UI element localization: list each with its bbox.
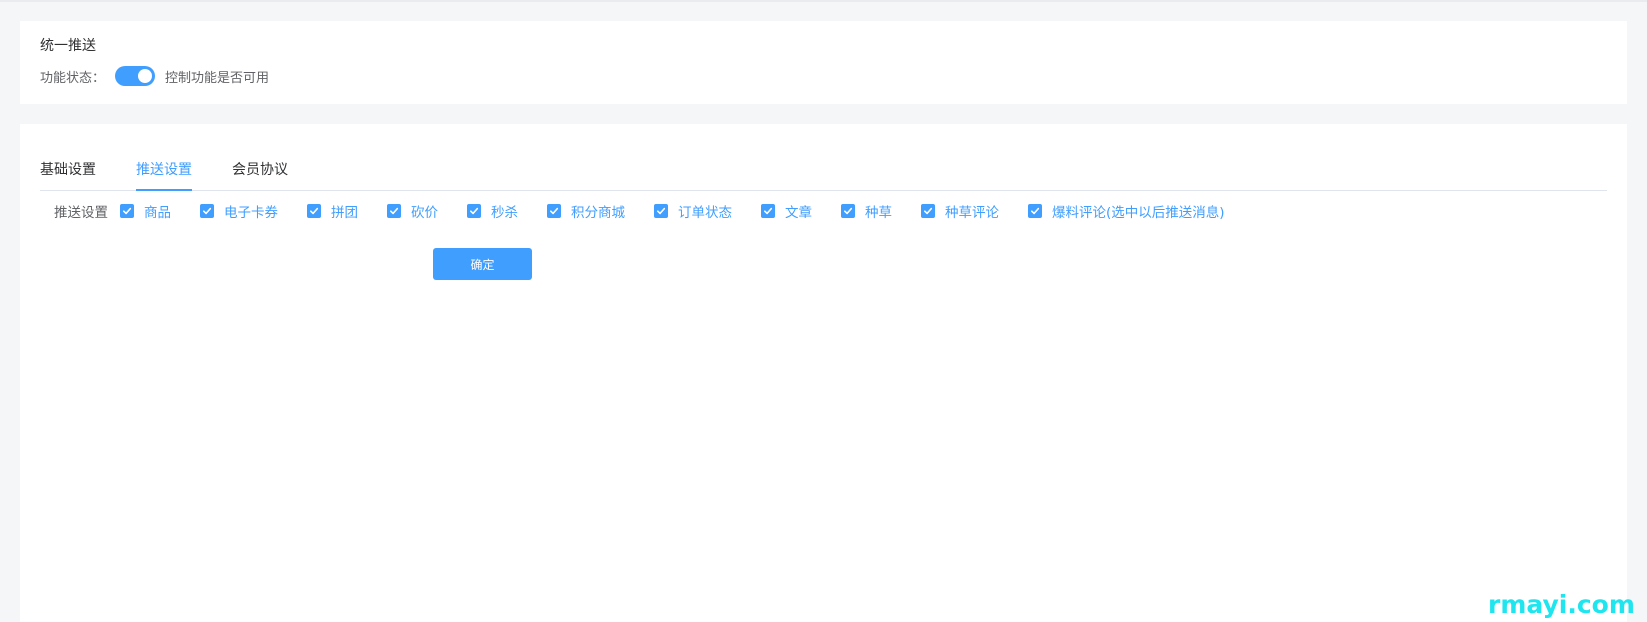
checkbox-checked-icon[interactable] xyxy=(921,204,935,218)
checkbox-checked-icon[interactable] xyxy=(547,204,561,218)
push-option-checkbox[interactable]: 文章 xyxy=(761,201,812,221)
checkbox-checked-icon[interactable] xyxy=(307,204,321,218)
checkbox-checked-icon[interactable] xyxy=(467,204,481,218)
tab-push-settings[interactable]: 推送设置 xyxy=(136,150,192,191)
push-option-label: 文章 xyxy=(785,205,812,221)
push-settings-row: 推送设置 商品 电子卡券 拼团 砍价 秒杀 积分商城 订单状态 文章 种草 种草评论 爆料评论(选中… xyxy=(54,195,1254,227)
push-option-checkbox[interactable]: 种草 xyxy=(841,201,892,221)
push-option-checkbox[interactable]: 拼团 xyxy=(307,201,358,221)
push-option-label: 秒杀 xyxy=(491,205,518,221)
top-divider xyxy=(0,0,1647,2)
checkbox-checked-icon[interactable] xyxy=(387,204,401,218)
push-option-checkbox[interactable]: 种草评论 xyxy=(921,201,999,221)
checkbox-checked-icon[interactable] xyxy=(200,204,214,218)
push-option-label: 拼团 xyxy=(331,205,358,221)
push-option-label: 订单状态 xyxy=(678,205,732,221)
push-option-label: 种草 xyxy=(865,205,892,221)
checkbox-checked-icon[interactable] xyxy=(1028,204,1042,218)
push-option-checkbox[interactable]: 商品 xyxy=(120,201,171,221)
push-option-label: 积分商城 xyxy=(571,205,625,221)
push-option-checkbox[interactable]: 秒杀 xyxy=(467,201,518,221)
push-options-group: 商品 电子卡券 拼团 砍价 秒杀 积分商城 订单状态 文章 种草 种草评论 爆料评论(选中以后推送消… xyxy=(120,201,1254,221)
function-status-switch[interactable] xyxy=(115,66,156,86)
function-status-label: 功能状态： xyxy=(40,70,106,86)
card-title: 统一推送 xyxy=(40,38,96,54)
tab-member-agreement[interactable]: 会员协议 xyxy=(232,150,288,190)
switch-knob xyxy=(138,69,153,83)
push-option-label: 电子卡券 xyxy=(224,205,278,221)
push-settings-label: 推送设置 xyxy=(54,205,108,221)
settings-card: 基础设置 推送设置 会员协议 推送设置 商品 电子卡券 拼团 砍价 秒杀 积分商城 订单状态… xyxy=(20,124,1627,622)
settings-tabs: 基础设置 推送设置 会员协议 xyxy=(40,150,1607,191)
checkbox-checked-icon[interactable] xyxy=(120,204,134,218)
push-option-checkbox[interactable]: 电子卡券 xyxy=(200,201,278,221)
function-status-description: 控制功能是否可用 xyxy=(165,70,270,86)
push-option-checkbox[interactable]: 订单状态 xyxy=(654,201,732,221)
unified-push-card: 统一推送 功能状态： 控制功能是否可用 xyxy=(20,21,1627,104)
confirm-button[interactable]: 确定 xyxy=(433,248,532,280)
function-status-row: 功能状态： 控制功能是否可用 xyxy=(40,61,269,91)
push-option-label: 商品 xyxy=(144,205,171,221)
push-option-label: 砍价 xyxy=(411,205,438,221)
watermark-logo: rmayi.com xyxy=(1488,590,1635,619)
checkbox-checked-icon[interactable] xyxy=(841,204,855,218)
push-option-label: 爆料评论(选中以后推送消息) xyxy=(1052,205,1225,221)
push-option-checkbox[interactable]: 爆料评论(选中以后推送消息) xyxy=(1028,201,1225,221)
push-option-checkbox[interactable]: 积分商城 xyxy=(547,201,625,221)
push-option-label: 种草评论 xyxy=(945,205,999,221)
checkbox-checked-icon[interactable] xyxy=(761,204,775,218)
tab-basic-settings[interactable]: 基础设置 xyxy=(40,150,96,190)
checkbox-checked-icon[interactable] xyxy=(654,204,668,218)
push-option-checkbox[interactable]: 砍价 xyxy=(387,201,438,221)
